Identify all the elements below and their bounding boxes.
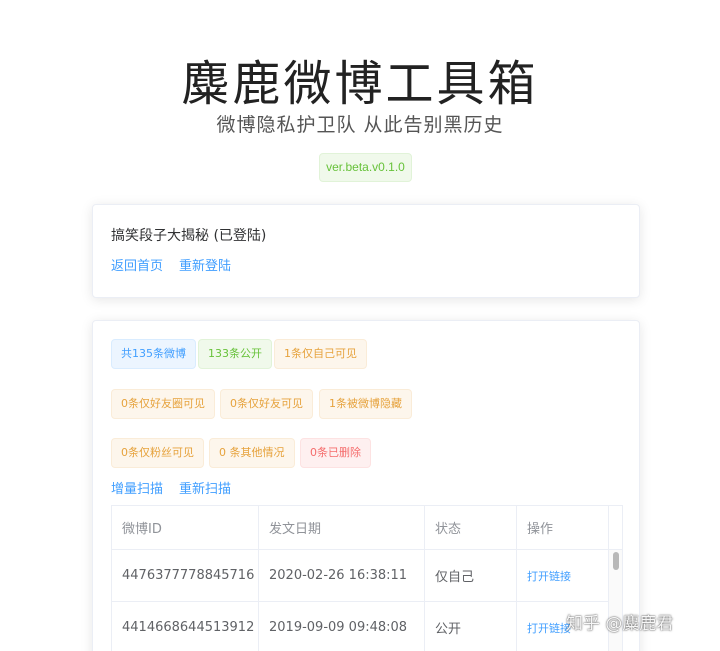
- back-home-link[interactable]: 返回首页: [111, 255, 163, 274]
- open-link-button[interactable]: 打开链接: [527, 620, 571, 636]
- user-card: 搞笑段子大揭秘 (已登陆) 返回首页 重新登陆: [92, 204, 640, 298]
- cell-status: 公开: [425, 602, 517, 651]
- cell-post-date: 2020-02-26 16:38:11: [259, 550, 425, 601]
- header-status[interactable]: 状态: [425, 506, 517, 549]
- table-header-row: 微博ID 发文日期 状态 操作: [112, 506, 622, 550]
- zhihu-watermark: 知乎 @麋鹿君: [566, 614, 674, 634]
- scan-results-card: 共135条微博 133条公开 1条仅自己可见 0条仅好友圈可见 0条仅好友可见 …: [92, 320, 640, 651]
- page: 麋鹿微博工具箱 微博隐私护卫队 从此告别黑历史 ver.beta.v0.1.0 …: [0, 0, 720, 651]
- stat-self-only-tag: 1条仅自己可见: [274, 339, 367, 369]
- open-link-button[interactable]: 打开链接: [527, 568, 571, 584]
- header-gutter: [609, 506, 622, 549]
- rescan-link[interactable]: 重新扫描: [179, 478, 231, 497]
- stat-hidden-tag: 1条被微博隐藏: [319, 389, 412, 419]
- version-badge: ver.beta.v0.1.0: [319, 153, 412, 182]
- stat-total-tag: 共135条微博: [111, 339, 196, 369]
- stat-other-tag: 0 条其他情况: [209, 438, 295, 468]
- table-row: 4476377778845716 2020-02-26 16:38:11 仅自己…: [112, 550, 622, 602]
- stat-circle-only-tag: 0条仅好友圈可见: [111, 389, 215, 419]
- cell-post-date: 2019-09-09 09:48:08: [259, 602, 425, 651]
- cell-status: 仅自己: [425, 550, 517, 601]
- scrollbar-thumb[interactable]: [613, 552, 619, 570]
- weibo-table: 微博ID 发文日期 状态 操作 4476377778845716 2020-02…: [111, 505, 623, 651]
- header-action: 操作: [517, 506, 609, 549]
- table-row: 4414668644513912 2019-09-09 09:48:08 公开 …: [112, 602, 622, 651]
- app-subtitle: 微博隐私护卫队 从此告别黑历史: [216, 114, 504, 136]
- user-status-label: 搞笑段子大揭秘 (已登陆): [111, 228, 267, 244]
- stat-friends-only-tag: 0条仅好友可见: [220, 389, 313, 419]
- cell-action: 打开链接: [517, 550, 609, 601]
- header-post-date[interactable]: 发文日期: [259, 506, 425, 549]
- cell-weibo-id: 4414668644513912: [112, 602, 259, 651]
- stat-fans-only-tag: 0条仅粉丝可见: [111, 438, 204, 468]
- app-title: 麋鹿微博工具箱: [181, 56, 539, 112]
- stat-public-tag: 133条公开: [198, 339, 272, 369]
- relogin-link[interactable]: 重新登陆: [179, 255, 231, 274]
- incremental-scan-link[interactable]: 增量扫描: [111, 478, 163, 497]
- stat-deleted-tag: 0条已删除: [300, 438, 371, 468]
- cell-weibo-id: 4476377778845716: [112, 550, 259, 601]
- table-scrollbar[interactable]: [609, 550, 622, 651]
- header-weibo-id[interactable]: 微博ID: [112, 506, 259, 549]
